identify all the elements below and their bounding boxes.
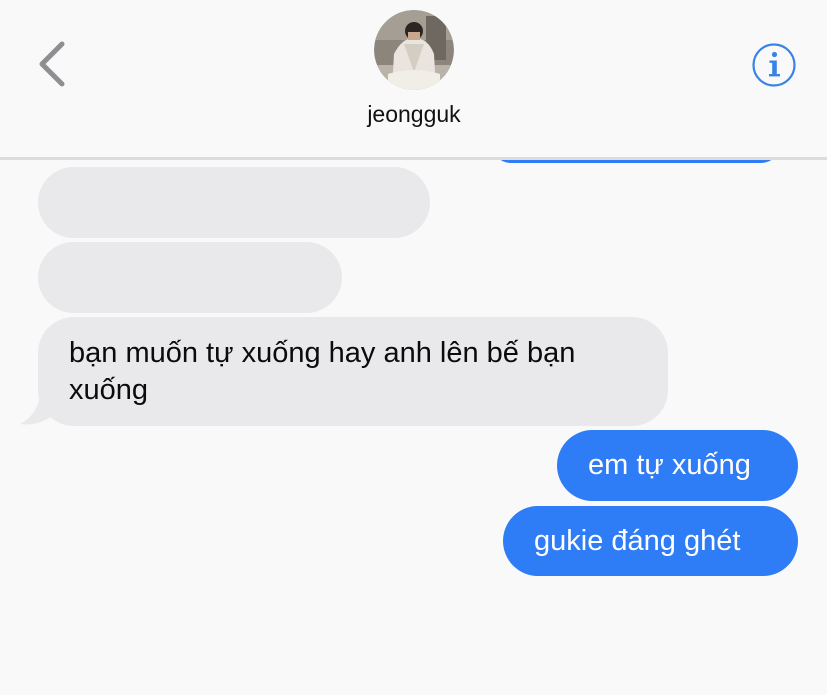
message-bubble-received[interactable] (38, 167, 430, 238)
conversation-screen: jeongguk bạn muốn tự xuống hay anh lên b… (0, 0, 827, 695)
message-bubble-received[interactable] (38, 242, 342, 313)
message-bubble-sent[interactable]: gukie đáng ghét (503, 506, 798, 576)
bubble-tail (20, 392, 58, 425)
conversation-header: jeongguk (0, 0, 827, 157)
message-bubble-received[interactable]: bạn muốn tự xuống hay anh lên bế bạn xuố… (38, 317, 668, 426)
info-button[interactable] (750, 41, 798, 89)
header-divider (0, 157, 827, 160)
avatar[interactable] (374, 10, 454, 90)
info-icon (752, 43, 796, 87)
contact-name[interactable]: jeongguk (264, 101, 564, 128)
message-bubble-sent[interactable]: em tự xuống (557, 430, 798, 501)
contact-photo (374, 10, 454, 90)
back-button[interactable] (30, 36, 78, 92)
chevron-left-icon (39, 41, 65, 87)
